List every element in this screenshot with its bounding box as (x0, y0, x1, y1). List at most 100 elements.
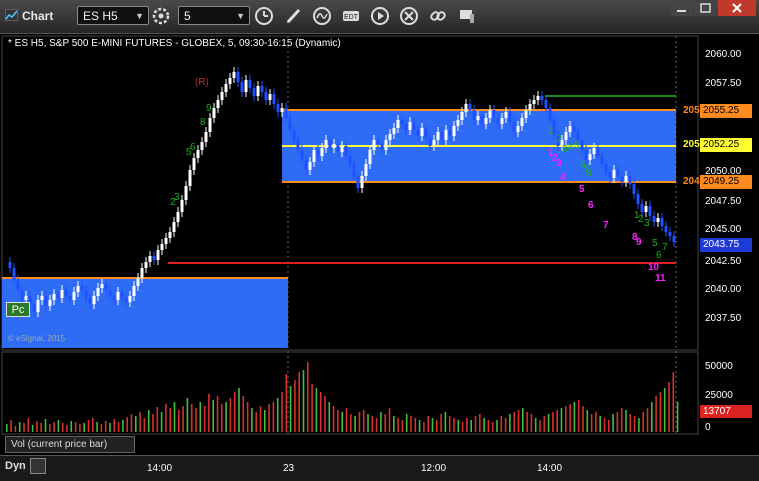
interval-input[interactable]: 5 ▼ (178, 6, 250, 25)
countdown-magenta: 6 (588, 200, 594, 211)
candle-body (100, 284, 104, 288)
candle-body (540, 96, 544, 100)
candle-body (328, 140, 332, 148)
clock-icon[interactable] (253, 5, 275, 27)
volume-bar (31, 425, 34, 432)
pc-badge[interactable]: Pc (6, 302, 30, 317)
candle-body (168, 232, 172, 238)
pencil-icon[interactable] (283, 5, 305, 27)
volume-bar (225, 402, 227, 432)
candle-body (24, 296, 28, 300)
candle-body (628, 176, 632, 184)
volume-bar (10, 420, 12, 432)
candle-body (612, 170, 616, 178)
price-tick: 2060.00 (705, 49, 742, 60)
volume-tick: 50000 (705, 361, 733, 372)
cycle-icon[interactable] (311, 5, 333, 27)
candle-body (620, 176, 624, 182)
volume-bar (556, 410, 558, 432)
candle-body (416, 130, 420, 136)
candle-body (224, 84, 228, 92)
close-button[interactable] (718, 0, 756, 16)
candle-body (460, 112, 464, 120)
volume-study-label[interactable]: Vol (current price bar) (5, 436, 135, 453)
candle-body (400, 120, 404, 124)
maximize-button[interactable] (694, 0, 717, 16)
candle-body (636, 194, 640, 204)
volume-bar (491, 422, 494, 432)
r-marker: (R) (195, 77, 209, 88)
volume-bar (423, 422, 425, 432)
candle-body (284, 108, 288, 118)
candle-body (572, 126, 576, 132)
volume-bar (539, 420, 541, 432)
palette-icon[interactable] (456, 5, 478, 27)
candle-body (364, 164, 368, 176)
volume-bar (23, 423, 25, 432)
volume-bar (496, 420, 498, 432)
gear-icon[interactable] (151, 6, 171, 26)
toolbar: Chart ES H5 ▼ 5 ▼ EDT (0, 0, 759, 34)
dyn-settings-icon[interactable] (30, 458, 46, 474)
volume-bar (143, 418, 146, 432)
setup-count-green: 3 (174, 192, 180, 203)
candle-body (564, 132, 568, 140)
time-tick: 14:00 (147, 463, 173, 474)
countdown-magenta: 11 (655, 273, 666, 284)
candle-body (164, 238, 168, 244)
candle-body (40, 296, 44, 300)
remove-icon[interactable] (398, 5, 420, 27)
candle-body (444, 130, 448, 140)
interval-dropdown-icon[interactable]: ▼ (236, 7, 245, 26)
volume-bar (328, 402, 331, 432)
volume-bar (513, 412, 515, 432)
candle-body (464, 104, 468, 112)
volume-bar (487, 420, 490, 432)
volume-bar (160, 412, 163, 432)
price-chart[interactable]: (R)2356891234567891011123 4 567812 3567 (0, 33, 759, 455)
volume-bar (418, 420, 421, 432)
volume-bar (509, 414, 511, 432)
volume-bar (229, 398, 232, 432)
volume-bar (242, 396, 245, 432)
volume-bar (453, 418, 455, 432)
volume-bar (117, 422, 120, 432)
volume-bar (543, 416, 546, 432)
volume-bar (100, 424, 103, 432)
candle-body (144, 262, 148, 268)
candle-body (280, 108, 284, 112)
play-icon[interactable] (369, 5, 391, 27)
upper-level-tag: 2055.25 (700, 104, 752, 118)
candle-body (80, 286, 84, 290)
candle-body (292, 130, 296, 140)
volume-bar (457, 420, 460, 432)
candle-body (596, 148, 600, 156)
volume-bar (18, 422, 21, 432)
candle-body (180, 200, 184, 212)
candle-body (664, 226, 668, 232)
candle-body (204, 132, 208, 142)
minimize-button[interactable] (670, 0, 693, 16)
volume-bar (397, 418, 399, 432)
time-tick: 23 (283, 463, 295, 474)
price-tick: 2037.50 (705, 313, 742, 324)
study-icon[interactable]: EDT (340, 5, 362, 27)
volume-bar (375, 418, 378, 432)
candle-body (548, 108, 552, 120)
volume-bar (393, 416, 395, 432)
symbol-input[interactable]: ES H5 ▼ (77, 6, 149, 25)
candle-body (88, 298, 92, 304)
volume-bar (676, 402, 679, 432)
volume-bar (276, 398, 279, 432)
lower-level-tag: 2049.25 (700, 175, 752, 189)
candle-body (432, 140, 436, 146)
setup-count-green: 5 (574, 140, 580, 151)
candle-body (8, 262, 12, 268)
volume-bar (672, 372, 675, 432)
symbol-dropdown-icon[interactable]: ▼ (135, 7, 144, 26)
volume-bar (479, 414, 481, 432)
symbol-value: ES H5 (83, 9, 118, 23)
link-icon[interactable] (427, 5, 449, 27)
volume-bar (590, 414, 593, 432)
candle-body (228, 78, 232, 84)
